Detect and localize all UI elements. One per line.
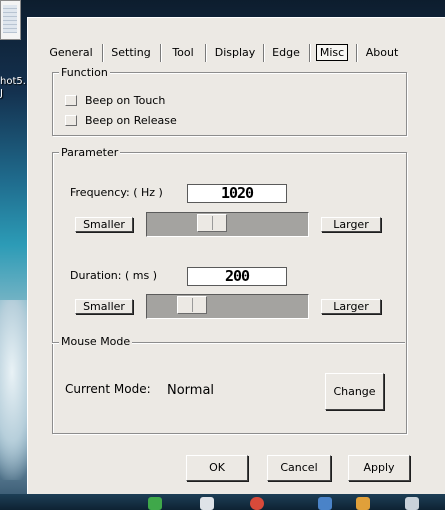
tab-tool[interactable]: Tool [166, 42, 200, 64]
desktop-file-label: hot5. J [0, 76, 26, 99]
taskbar-app-icon[interactable] [148, 497, 162, 510]
tab-separator [356, 44, 357, 62]
parameter-group-title: Parameter [59, 146, 121, 159]
duration-smaller-button[interactable]: Smaller [75, 299, 133, 314]
frequency-value-display: 1020 [187, 184, 287, 203]
tab-general[interactable]: General [48, 42, 94, 64]
taskbar-app-icon[interactable] [318, 497, 332, 510]
frequency-larger-button[interactable]: Larger [321, 217, 381, 232]
duration-label: Duration: ( ms ) [70, 269, 158, 282]
tab-setting[interactable]: Setting [108, 42, 154, 64]
tab-separator [263, 44, 264, 62]
frequency-label: Frequency: ( Hz ) [70, 186, 163, 199]
beep-on-touch-label: Beep on Touch [85, 94, 166, 107]
frequency-slider[interactable] [146, 212, 309, 237]
tab-about[interactable]: About [362, 42, 402, 64]
tab-separator [309, 44, 310, 62]
tab-edge[interactable]: Edge [269, 42, 303, 64]
duration-slider[interactable] [146, 294, 309, 319]
function-group-title: Function [59, 66, 110, 79]
change-mode-button[interactable]: Change [325, 373, 384, 410]
tab-display[interactable]: Display [212, 42, 258, 64]
taskbar-app-icon[interactable] [405, 497, 419, 510]
duration-larger-button[interactable]: Larger [321, 299, 381, 314]
current-mode-value: Normal [167, 383, 215, 398]
duration-value-display: 200 [187, 267, 287, 286]
frequency-smaller-button[interactable]: Smaller [75, 217, 133, 232]
taskbar-app-icon[interactable] [356, 497, 370, 510]
tab-misc[interactable]: Misc [314, 42, 350, 64]
mouse-mode-group-title: Mouse Mode [59, 335, 133, 348]
tab-separator [102, 44, 103, 62]
taskbar-app-icon[interactable] [250, 497, 264, 510]
tab-separator [160, 44, 161, 62]
current-mode-label: Current Mode: [65, 382, 151, 396]
beep-on-release-label: Beep on Release [85, 114, 177, 127]
desktop-file-icon[interactable] [0, 0, 21, 40]
ok-button[interactable]: OK [186, 455, 248, 481]
frequency-slider-thumb[interactable] [197, 214, 227, 232]
apply-button[interactable]: Apply [348, 455, 410, 481]
taskbar-app-icon[interactable] [200, 497, 214, 510]
duration-slider-thumb[interactable] [177, 296, 207, 314]
cancel-button[interactable]: Cancel [267, 455, 331, 481]
settings-dialog: General Setting Tool Display Edge Misc A… [27, 17, 445, 494]
beep-on-release-checkbox[interactable] [65, 115, 77, 126]
beep-on-touch-checkbox[interactable] [65, 95, 77, 106]
taskbar [0, 494, 445, 510]
tab-separator [205, 44, 206, 62]
